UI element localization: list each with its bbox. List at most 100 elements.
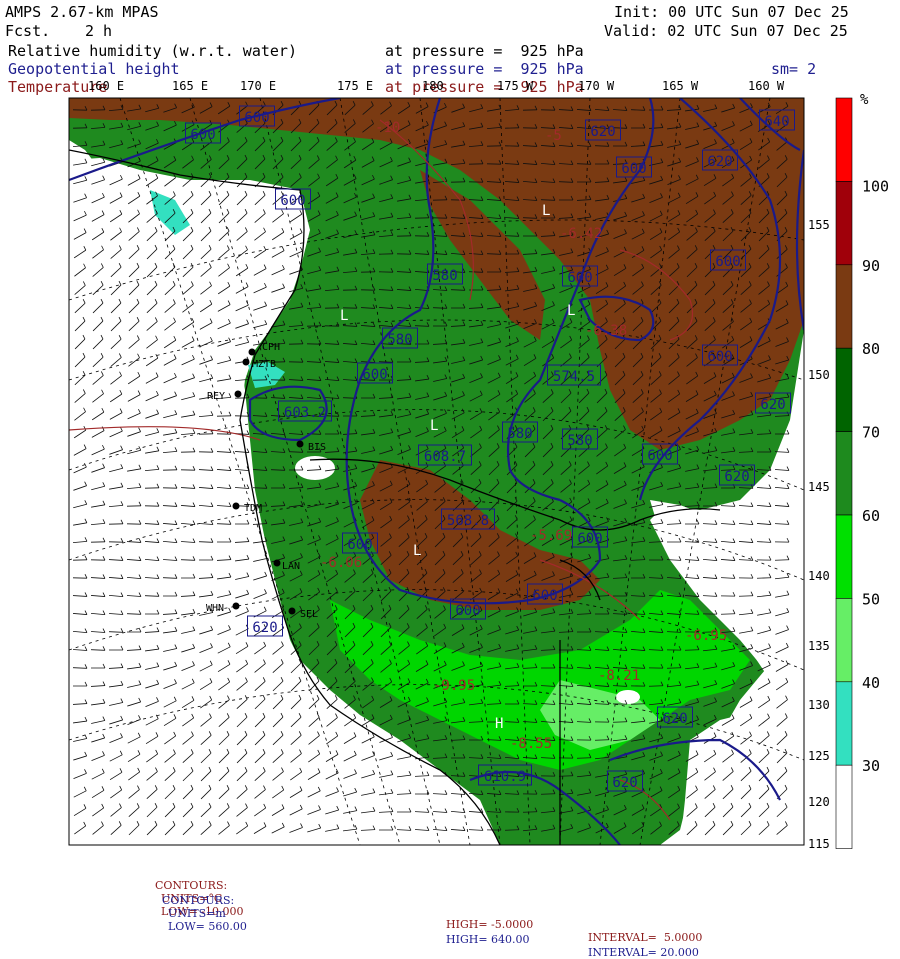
colorbar-label: 80 <box>862 340 880 358</box>
temp-label: -6.42 <box>560 226 602 242</box>
height-label: 600 <box>715 254 740 270</box>
height-label: 620 <box>707 154 732 170</box>
station-label: BIS <box>308 442 326 453</box>
station-label: WHN <box>206 603 224 614</box>
temp-label: -6.95 <box>685 628 727 644</box>
height-label: 600 <box>532 588 557 604</box>
lon-label: 165 W <box>662 79 699 93</box>
height-label: 600 <box>621 161 646 177</box>
temp-label: -10 <box>375 120 400 136</box>
station-label: TDM <box>244 503 262 514</box>
lon-label: 165 E <box>172 79 208 93</box>
colorbar-unit: % <box>860 92 869 108</box>
height-label: 610.9 <box>484 769 526 785</box>
temp-label: -9.95 <box>433 678 475 694</box>
lat-label: 115 <box>808 837 830 851</box>
height-label: 580 <box>567 433 592 449</box>
height-label: 620 <box>662 711 687 727</box>
colorbar-label: 60 <box>862 507 880 525</box>
colorbar-segment <box>836 765 852 848</box>
height-label: 608.7 <box>424 449 466 465</box>
station-label: SEL <box>300 609 318 620</box>
height-label: 574.5 <box>553 369 595 385</box>
station-marker <box>249 349 256 356</box>
temp-label: -6.06 <box>320 555 362 571</box>
station-marker <box>235 391 242 398</box>
height-label: 620 <box>724 469 749 485</box>
footer-temp-high: HIGH= -5.0000 <box>446 918 533 931</box>
pressure-center-label: L <box>340 308 348 324</box>
station-label: LAN <box>282 561 300 572</box>
map-figure: 600 600 620 640 620 600 600 580 600 600 580 600 603.… <box>0 0 900 900</box>
height-label: 568.8 <box>447 513 489 529</box>
colorbar-segment <box>836 181 852 264</box>
colorbar-label: 100 <box>862 177 889 195</box>
height-label: 600 <box>647 448 672 464</box>
colorbar-segment <box>836 265 852 348</box>
lon-label: 175 E <box>337 79 373 93</box>
temp-label: -6.38 <box>585 323 627 339</box>
lat-label: 155 <box>808 218 830 232</box>
lake-spot <box>616 690 640 704</box>
pressure-center-label: L <box>542 203 550 219</box>
lon-label: 170 W <box>578 79 615 93</box>
colorbar-label: 40 <box>862 674 880 692</box>
height-label: 600 <box>244 110 269 126</box>
colorbar-segment <box>836 682 852 765</box>
height-label: 600 <box>362 367 387 383</box>
lon-label: 170 E <box>240 79 276 93</box>
temp-label: -8.55 <box>510 736 552 752</box>
height-label: 620 <box>590 124 615 140</box>
station-marker <box>233 503 240 510</box>
height-label: 603.2 <box>284 405 326 421</box>
station-marker <box>233 603 240 610</box>
temp-label: -8.21 <box>598 668 640 684</box>
pressure-center-label: L <box>430 418 438 434</box>
lon-label: 160 E <box>88 79 124 93</box>
pressure-center-label: L <box>413 543 421 559</box>
pressure-center-label: L <box>567 303 575 319</box>
footer-temp-interval: INTERVAL= 5.0000 <box>588 931 702 944</box>
colorbar-segment <box>836 598 852 681</box>
height-label: 600 <box>455 603 480 619</box>
temp-label: -5.69 <box>530 528 572 544</box>
temp-label: -5 <box>545 128 562 144</box>
lat-labels: 155150145140135130125120115 <box>808 218 830 851</box>
footer-height-label: CONTOURS: <box>162 894 234 907</box>
footer-height-low: LOW= 560.00 <box>168 920 247 933</box>
footer-height-interval: INTERVAL= 20.000 <box>588 946 699 959</box>
height-label: 620 <box>760 397 785 413</box>
colorbar-segment <box>836 348 852 431</box>
colorbar-segment <box>836 432 852 515</box>
lat-label: 130 <box>808 698 830 712</box>
footer-height-high: HIGH= 640.00 <box>446 933 530 946</box>
height-label: 580 <box>507 426 532 442</box>
station-label: REY <box>207 391 225 402</box>
height-label: 640 <box>764 114 789 130</box>
station-marker <box>274 560 281 567</box>
station-label: MZTB <box>252 359 276 370</box>
lat-label: 140 <box>808 569 830 583</box>
colorbar-label: 70 <box>862 424 880 442</box>
lat-label: 145 <box>808 480 830 494</box>
lon-label: 175 W <box>497 79 534 93</box>
colorbar-segment <box>836 515 852 598</box>
height-label: 600 <box>280 193 305 209</box>
height-label: 600 <box>567 270 592 286</box>
height-label: 600 <box>577 531 602 547</box>
colorbar-label: 90 <box>862 257 880 275</box>
lat-label: 120 <box>808 795 830 809</box>
height-label: 620 <box>252 620 277 636</box>
height-label: 580 <box>432 268 457 284</box>
lat-label: 150 <box>808 368 830 382</box>
colorbar-segment <box>836 98 852 181</box>
height-label: 600 <box>190 127 215 143</box>
station-marker <box>243 359 250 366</box>
footer-height-units: UNITS=m <box>168 907 226 920</box>
lon-label: 180 <box>422 79 444 93</box>
footer-height: CONTOURS: UNITS=m LOW= 560.00 HIGH= 640.… <box>155 881 247 959</box>
station-marker <box>297 441 304 448</box>
height-label: 600 <box>707 349 732 365</box>
colorbar-label: 50 <box>862 590 880 608</box>
height-label: 580 <box>387 332 412 348</box>
